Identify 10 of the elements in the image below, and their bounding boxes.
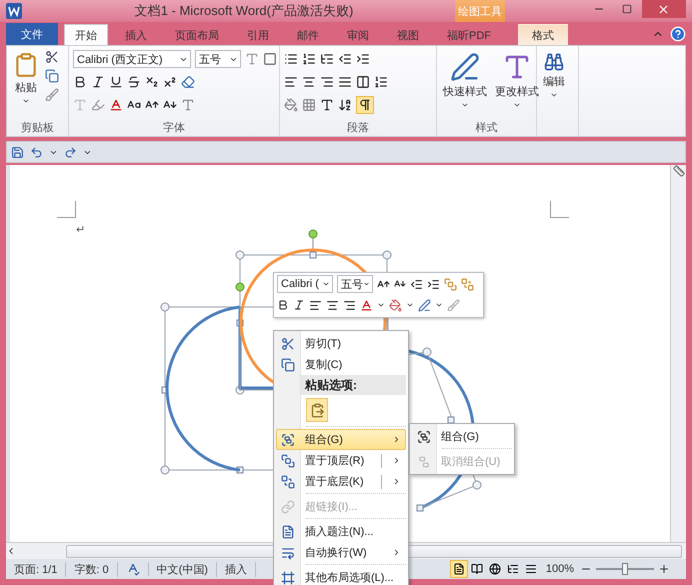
group-label: 字体 <box>162 120 186 136</box>
status-text: 页面: 1/1 <box>6 562 66 576</box>
paragraph-mark: ↵ <box>76 223 85 236</box>
group-label: 段落 <box>346 121 370 136</box>
group-label: 样式 <box>474 121 498 136</box>
menu-section-header: 粘贴选项: <box>301 375 406 395</box>
status-text: 字数: 0 <box>66 562 118 576</box>
contextual-tab-group-label: 绘图工具 <box>455 0 505 22</box>
window-title: 文档1 - Microsoft Word(产品激活失败) <box>134 2 354 20</box>
group-label: 剪贴板 <box>20 120 55 136</box>
